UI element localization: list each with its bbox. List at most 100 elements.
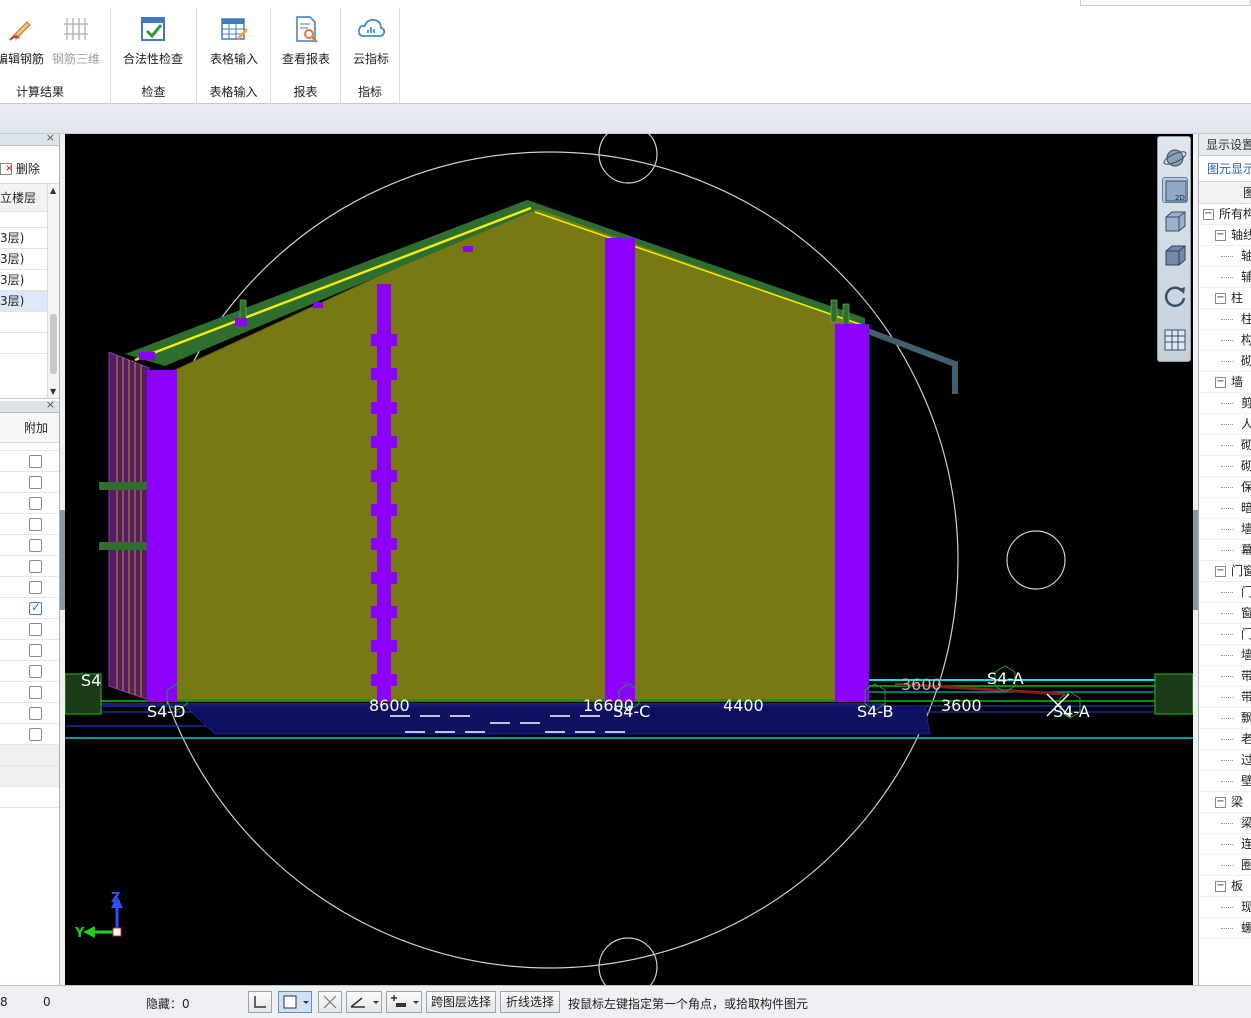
attr-checkbox[interactable] — [29, 665, 42, 678]
attr-panel-close-icon[interactable]: × — [46, 398, 55, 411]
attr-checkbox[interactable] — [29, 497, 42, 510]
tree-node[interactable]: 辅 — [1199, 267, 1251, 288]
attr-checkbox[interactable] — [29, 728, 42, 741]
tree-toggle-icon[interactable]: − — [1215, 881, 1226, 892]
tree-toggle-icon[interactable]: − — [1203, 209, 1214, 220]
edit-rebar-button[interactable]: 编辑钢筋 — [0, 14, 50, 67]
tree-node[interactable]: − 板 — [1199, 876, 1251, 897]
tree-node-label: 墙 — [1241, 519, 1251, 540]
view-solid-button[interactable] — [1162, 243, 1188, 269]
table-input-button[interactable]: 表格输入 — [204, 14, 264, 67]
orbit-handle-top[interactable] — [598, 134, 658, 184]
tree-node[interactable]: 壁 — [1199, 771, 1251, 792]
tree-node[interactable]: 梁 — [1199, 813, 1251, 834]
tree-node[interactable]: 柱 — [1199, 309, 1251, 330]
tree-toggle-icon[interactable]: − — [1215, 566, 1226, 577]
attr-checkbox[interactable] — [29, 623, 42, 636]
view-3d-box-button[interactable] — [1162, 209, 1188, 235]
table-input-label: 表格输入 — [209, 52, 258, 66]
tree-toggle-icon[interactable]: − — [1215, 293, 1226, 304]
tab-element-display[interactable]: 图元显示 — [1199, 156, 1251, 182]
tree-node[interactable]: 连 — [1199, 834, 1251, 855]
attr-checkbox[interactable] — [29, 707, 42, 720]
tree-node[interactable]: 老 — [1199, 729, 1251, 750]
tree-node[interactable]: 圈 — [1199, 855, 1251, 876]
ribbon-group-index: 云指标 指标 — [341, 8, 400, 104]
display-tree: −所有构−轴线轴辅−柱柱构砌−墙剪人砌砌保暗墙幕−门窗门窗门墙带带飘老过壁−梁梁… — [1199, 204, 1251, 939]
tree-toggle-icon[interactable]: − — [1215, 377, 1226, 388]
orbit-handle-right[interactable] — [1006, 530, 1066, 590]
tree-toggle-icon[interactable]: − — [1215, 797, 1226, 808]
tree-node[interactable]: 构 — [1199, 330, 1251, 351]
tree-node[interactable]: 现 — [1199, 897, 1251, 918]
orbit-button[interactable] — [1162, 145, 1188, 171]
tree-node[interactable]: 砌 — [1199, 456, 1251, 477]
view-report-button[interactable]: 查看报表 — [276, 14, 336, 67]
view-2d-button[interactable]: 2D — [1162, 177, 1188, 203]
attr-checkbox[interactable] — [29, 518, 42, 531]
tree-node[interactable]: − 梁 — [1199, 792, 1251, 813]
tree-node[interactable]: 窗 — [1199, 603, 1251, 624]
legality-check-button[interactable]: 合法性检查 — [117, 14, 189, 67]
3d-viewport[interactable]: S4-D S4-C S4-B S4-A S4-A S4 8600 16600 4… — [65, 134, 1193, 985]
tree-node[interactable]: 门 — [1199, 582, 1251, 603]
tree-node[interactable]: 砌 — [1199, 435, 1251, 456]
grid-display-icon — [1164, 329, 1186, 351]
cross-layer-select-button[interactable]: 跨图层选择 — [426, 991, 496, 1013]
scroll-up-icon[interactable]: ▲ — [50, 186, 56, 195]
floor-table-scrollbar[interactable]: ▲ ▼ — [47, 184, 59, 398]
ortho-button[interactable] — [248, 991, 272, 1013]
snap-mode-button[interactable] — [278, 991, 312, 1013]
tree-node[interactable]: 轴 — [1199, 246, 1251, 267]
tree-node[interactable]: 墙 — [1199, 519, 1251, 540]
tree-node[interactable]: 带 — [1199, 687, 1251, 708]
scroll-down-icon[interactable]: ▼ — [50, 387, 56, 396]
grid-display-button[interactable] — [1162, 327, 1188, 353]
hidden-count: 隐藏：0 — [146, 997, 190, 1011]
offset-snap-button[interactable] — [386, 991, 422, 1013]
tree-node[interactable]: −所有构 — [1199, 204, 1251, 225]
tree-node[interactable]: − 墙 — [1199, 372, 1251, 393]
tree-node[interactable]: 带 — [1199, 666, 1251, 687]
scroll-thumb[interactable] — [50, 314, 57, 374]
rotate-button[interactable] — [1162, 283, 1188, 309]
attr-checkbox[interactable] — [29, 539, 42, 552]
polyline-select-button[interactable]: 折线选择 — [500, 991, 560, 1013]
axis-label-s4-left: S4 — [81, 671, 101, 690]
legality-check-label: 合法性检查 — [122, 52, 183, 66]
tree-node[interactable]: 螺 — [1199, 918, 1251, 939]
tree-node[interactable]: 暗 — [1199, 498, 1251, 519]
tree-toggle-icon[interactable]: − — [1215, 230, 1226, 241]
attr-checkbox[interactable] — [29, 644, 42, 657]
orbit-icon — [1163, 149, 1187, 167]
tree-node[interactable]: 保 — [1199, 477, 1251, 498]
floor-panel-close-icon[interactable]: × — [46, 131, 55, 144]
tree-node-label: 砌 — [1241, 435, 1251, 456]
tree-node[interactable]: 门 — [1199, 624, 1251, 645]
tree-node[interactable]: −轴线 — [1199, 225, 1251, 246]
tree-node[interactable]: − 柱 — [1199, 288, 1251, 309]
cross-snap-button[interactable] — [318, 991, 342, 1013]
tree-node[interactable]: 幕 — [1199, 540, 1251, 561]
attr-checkbox[interactable] — [29, 581, 42, 594]
attr-checkbox[interactable] — [29, 600, 42, 615]
tree-node[interactable]: 人 — [1199, 414, 1251, 435]
model-canvas[interactable]: S4-D S4-C S4-B S4-A S4-A S4 8600 16600 4… — [65, 134, 1193, 985]
tree-node[interactable]: −门窗 — [1199, 561, 1251, 582]
tree-node[interactable]: 过 — [1199, 750, 1251, 771]
attr-checkbox[interactable] — [29, 476, 42, 489]
attr-checkbox[interactable] — [29, 686, 42, 699]
delete-floor-button[interactable]: 删除 — [0, 162, 40, 176]
tree-node-label: 砌 — [1241, 456, 1251, 477]
attr-checkbox[interactable] — [29, 560, 42, 573]
orbit-handle-bottom[interactable] — [598, 937, 658, 985]
tree-node[interactable]: 飘 — [1199, 708, 1251, 729]
attr-checkbox[interactable] — [29, 455, 42, 468]
tree-node[interactable]: 剪 — [1199, 393, 1251, 414]
cloud-index-button[interactable]: 云指标 — [341, 14, 401, 67]
tree-node[interactable]: 墙 — [1199, 645, 1251, 666]
angle-snap-button[interactable] — [346, 991, 382, 1013]
tree-node[interactable]: 砌 — [1199, 351, 1251, 372]
rebar-3d-button[interactable]: 钢筋三维 — [46, 14, 106, 67]
group-label-table-input: 表格输入 — [209, 85, 258, 99]
